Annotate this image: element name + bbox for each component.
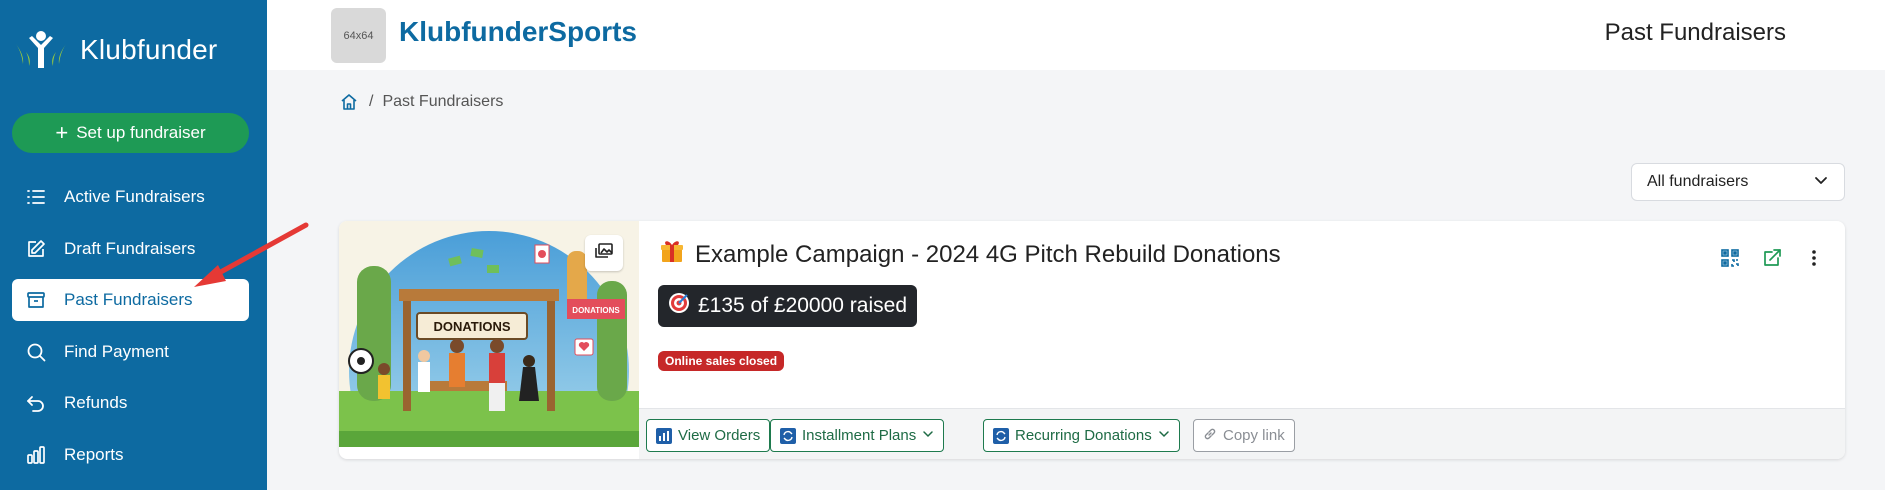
status-badge: Online sales closed [658, 351, 785, 371]
brand-name: Klubfunder [80, 34, 218, 65]
campaign-card: DONATIONS DONATIONS Example Campaign - 2… [339, 221, 1845, 459]
more-options-icon[interactable] [1801, 245, 1827, 271]
sidebar-item-refunds[interactable]: Refunds [12, 382, 249, 424]
link-icon [1203, 427, 1217, 445]
target-icon [668, 292, 690, 320]
bar-chart-icon [23, 442, 49, 468]
home-icon[interactable] [340, 92, 360, 112]
sidebar-item-label: Find Payment [64, 342, 169, 361]
filter-selected-value: All fundraisers [1647, 173, 1749, 190]
external-link-icon[interactable] [1759, 245, 1785, 271]
amount-raised-badge: £135 of £20000 raised [658, 285, 918, 327]
chevron-down-icon [922, 427, 934, 444]
campaign-image: DONATIONS DONATIONS [339, 221, 639, 447]
breadcrumb-separator: / [369, 93, 374, 110]
recurring-donations-label: Recurring Donations [1015, 427, 1152, 444]
sidebar-item-label: Reports [64, 445, 124, 464]
top-header: 64x64 KlubfunderSports Past Fundraisers [267, 0, 1885, 70]
view-orders-label: View Orders [678, 427, 761, 444]
plus-icon: + [55, 120, 69, 145]
brand[interactable]: Klubfunder [14, 30, 217, 70]
installment-plans-button[interactable]: Installment Plans [770, 419, 945, 452]
breadcrumb: / Past Fundraisers [340, 92, 503, 112]
fundraiser-filter-select[interactable]: All fundraisers [1631, 163, 1845, 201]
image-gallery-button[interactable] [585, 235, 623, 271]
card-actions [1717, 245, 1827, 271]
image-donations-banner: DONATIONS [572, 306, 620, 315]
chevron-down-icon [1814, 173, 1828, 192]
image-donations-sign: DONATIONS [433, 319, 510, 334]
repeat-icon [780, 427, 796, 444]
bar-chart-icon [656, 427, 672, 444]
setup-fundraiser-button[interactable]: + Set up fundraiser [12, 113, 249, 153]
undo-icon [23, 390, 49, 416]
chevron-down-icon [1158, 427, 1170, 444]
sidebar-item-label: Past Fundraisers [64, 290, 193, 309]
list-icon [23, 184, 49, 210]
sidebar-item-active-fundraisers[interactable]: Active Fundraisers [12, 176, 249, 218]
amount-raised-text: £135 of £20000 raised [698, 294, 908, 317]
copy-link-button[interactable]: Copy link [1193, 419, 1295, 452]
card-footer: View Orders Installment Plans Recurring … [639, 408, 1845, 459]
edit-icon [23, 236, 49, 262]
archive-icon [23, 287, 49, 313]
org-name[interactable]: KlubfunderSports [399, 16, 637, 48]
campaign-title-text: Example Campaign - 2024 4G Pitch Rebuild… [695, 240, 1281, 268]
setup-fundraiser-label: Set up fundraiser [76, 123, 206, 142]
campaign-title[interactable]: Example Campaign - 2024 4G Pitch Rebuild… [659, 238, 1281, 271]
image-icon [594, 242, 614, 265]
sidebar-item-label: Active Fundraisers [64, 187, 205, 206]
installment-plans-label: Installment Plans [802, 427, 917, 444]
sidebar-item-label: Draft Fundraisers [64, 239, 196, 258]
copy-link-label: Copy link [1223, 427, 1285, 444]
qr-code-icon[interactable] [1717, 245, 1743, 271]
breadcrumb-current: Past Fundraisers [382, 93, 504, 110]
gift-icon [659, 238, 685, 271]
sidebar-item-reports[interactable]: Reports [12, 434, 249, 476]
view-orders-button[interactable]: View Orders [646, 419, 771, 452]
sidebar-item-label: Refunds [64, 393, 128, 412]
sidebar-item-find-payment[interactable]: Find Payment [12, 331, 249, 373]
recurring-donations-button[interactable]: Recurring Donations [983, 419, 1180, 452]
page-title: Past Fundraisers [1604, 19, 1786, 46]
annotation-arrow-icon [194, 222, 309, 287]
search-icon [23, 339, 49, 365]
klubfunder-logo-icon [14, 30, 68, 70]
repeat-icon [993, 427, 1009, 444]
org-logo: 64x64 [331, 8, 386, 63]
